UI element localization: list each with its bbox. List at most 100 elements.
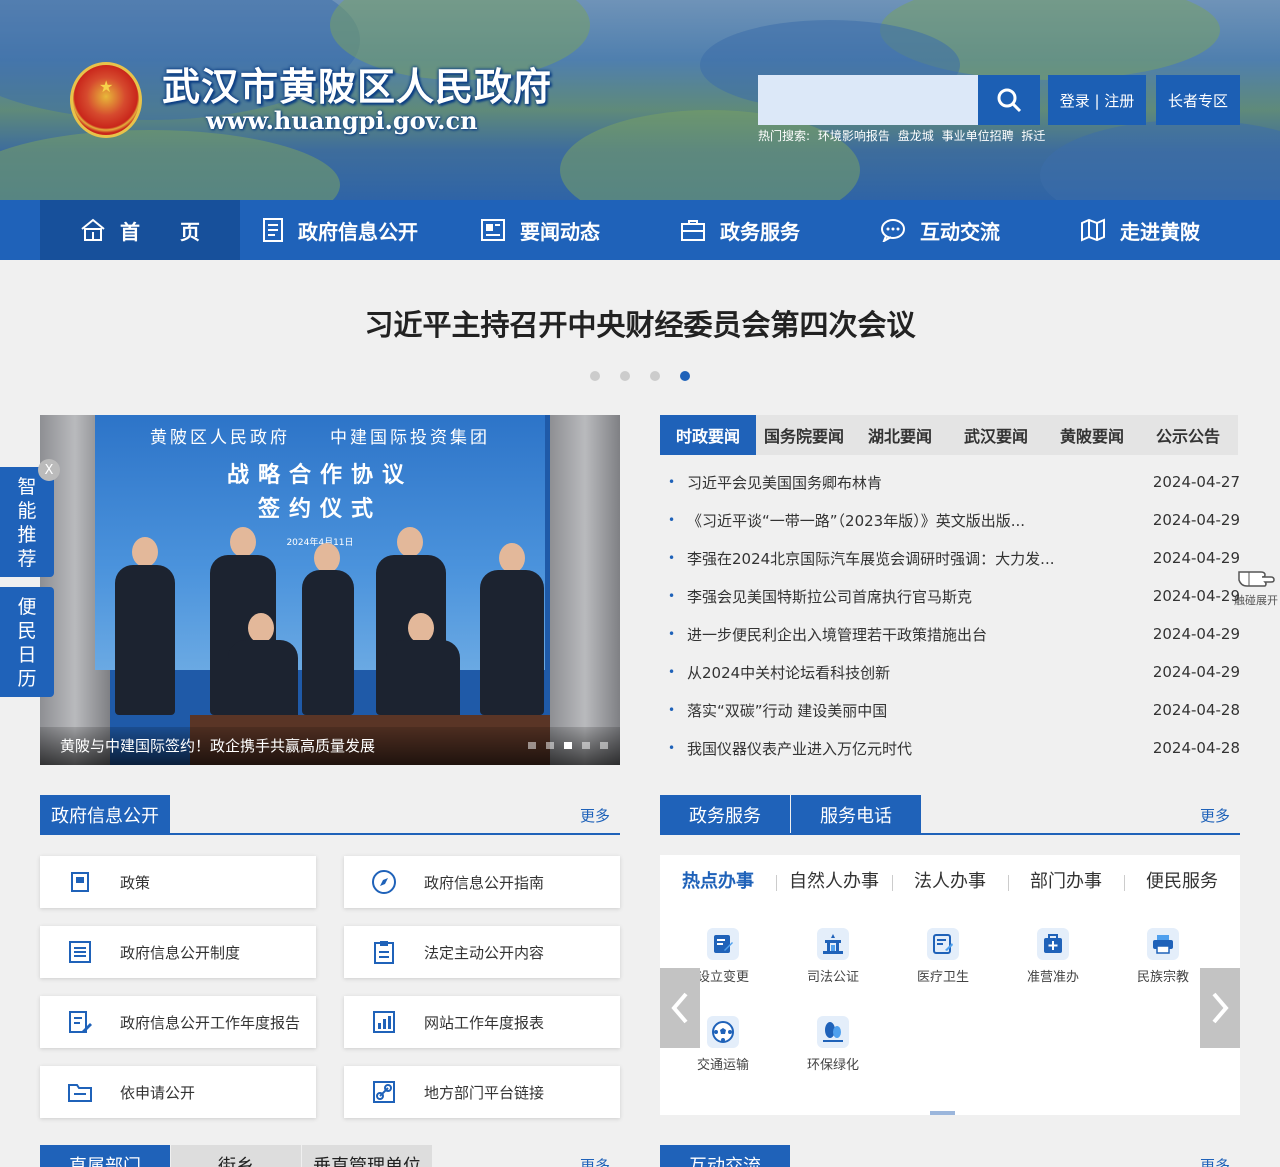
sub-tab-personal[interactable]: 自然人办事 bbox=[776, 867, 892, 897]
news-tab-wuhan[interactable]: 武汉要闻 bbox=[948, 415, 1044, 455]
service-item[interactable]: 准营准办 bbox=[1008, 928, 1098, 985]
nav-item-home[interactable]: 首 页 bbox=[40, 200, 240, 260]
departments-more-link[interactable]: 更多 bbox=[580, 1155, 610, 1167]
gov-card-on-request[interactable]: 依申请公开 bbox=[40, 1066, 316, 1118]
gov-card-guide[interactable]: 政府信息公开指南 bbox=[344, 856, 620, 908]
carousel-dot-active[interactable] bbox=[680, 371, 690, 381]
news-tab-huangpi[interactable]: 黄陂要闻 bbox=[1044, 415, 1140, 455]
news-icon bbox=[481, 219, 505, 241]
tab-vertical-units[interactable]: 垂直管理单位 bbox=[302, 1145, 432, 1167]
nav-item-services[interactable]: 政务服务 bbox=[640, 200, 840, 260]
tab-direct-departments[interactable]: 直属部门 bbox=[40, 1145, 170, 1167]
service-item[interactable]: 司法公证 bbox=[788, 928, 878, 985]
services-more-link[interactable]: 更多 bbox=[1200, 805, 1230, 826]
interaction-more-link[interactable]: 更多 bbox=[1200, 1155, 1230, 1167]
gov-card-statutory[interactable]: 法定主动公开内容 bbox=[344, 926, 620, 978]
interaction-header: 互动交流 更多 bbox=[660, 1145, 1240, 1167]
news-tab-state-council[interactable]: 国务院要闻 bbox=[756, 415, 852, 455]
news-item[interactable]: • 从2024中关村论坛看科技创新 2024-04-29 bbox=[660, 653, 1240, 691]
news-title[interactable]: 我国仪器仪表产业进入万亿元时代 bbox=[687, 738, 1148, 759]
news-date: 2024-04-29 bbox=[1152, 549, 1240, 567]
news-title[interactable]: 进一步便民利企出入境管理若干政策措施出台 bbox=[687, 624, 1148, 645]
gov-card-policy[interactable]: 政策 bbox=[40, 856, 316, 908]
news-tab-hubei[interactable]: 湖北要闻 bbox=[852, 415, 948, 455]
national-emblem-icon[interactable]: ★ bbox=[70, 62, 142, 138]
services-header: 政务服务 服务电话 更多 bbox=[660, 795, 1240, 835]
news-slideshow[interactable]: 黄陂区人民政府 中建国际投资集团 战略合作协议 签约仪式 2024年4月11日 … bbox=[40, 415, 620, 765]
elder-zone-button[interactable]: 长者专区 bbox=[1156, 75, 1240, 125]
news-title[interactable]: 从2024中关村论坛看科技创新 bbox=[687, 662, 1148, 683]
search-button[interactable] bbox=[978, 75, 1040, 125]
sub-tab-hot[interactable]: 热点办事 bbox=[660, 867, 776, 897]
hot-search-item[interactable]: 事业单位招聘 bbox=[942, 129, 1014, 143]
nav-item-interaction[interactable]: 互动交流 bbox=[840, 200, 1040, 260]
news-item[interactable]: • 习近平会见美国国务卿布林肯 2024-04-27 bbox=[660, 463, 1240, 501]
news-item[interactable]: • 我国仪器仪表产业进入万亿元时代 2024-04-28 bbox=[660, 729, 1240, 767]
site-title[interactable]: 武汉市黄陂区人民政府 bbox=[162, 56, 552, 111]
sub-tab-legal-entity[interactable]: 法人办事 bbox=[892, 867, 1008, 897]
tab-streets[interactable]: 街乡 bbox=[171, 1145, 301, 1167]
carousel-dot[interactable] bbox=[650, 371, 660, 381]
news-title[interactable]: 习近平会见美国国务卿布林肯 bbox=[687, 472, 1148, 493]
hot-search-item[interactable]: 拆迁 bbox=[1021, 129, 1045, 143]
login-register-button[interactable]: 登录 | 注册 bbox=[1048, 75, 1146, 125]
sub-tab-department[interactable]: 部门办事 bbox=[1008, 867, 1124, 897]
news-tabs: 时政要闻 国务院要闻 湖北要闻 武汉要闻 黄陂要闻 公示公告 bbox=[660, 415, 1238, 455]
carousel-dot[interactable] bbox=[620, 371, 630, 381]
news-item[interactable]: • 进一步便民利企出入境管理若干政策措施出台 2024-04-29 bbox=[660, 615, 1240, 653]
bullet-icon: • bbox=[668, 665, 676, 679]
news-title[interactable]: 《习近平谈“一带一路”（2023年版）》英文版出版... bbox=[687, 510, 1148, 531]
gov-info-more-link[interactable]: 更多 bbox=[580, 805, 610, 826]
slide-dot-active[interactable] bbox=[564, 742, 572, 749]
calendar-tab[interactable]: 便民日历 bbox=[0, 587, 54, 697]
sub-tab-convenience[interactable]: 便民服务 bbox=[1124, 867, 1240, 897]
services-next-button[interactable] bbox=[1200, 968, 1240, 1048]
bullet-icon: • bbox=[668, 703, 676, 717]
gov-card-website-report[interactable]: 网站工作年度报表 bbox=[344, 996, 620, 1048]
news-date: 2024-04-29 bbox=[1152, 587, 1240, 605]
news-item[interactable]: • 《习近平谈“一带一路”（2023年版）》英文版出版... 2024-04-29 bbox=[660, 501, 1240, 539]
gov-info-header: 政府信息公开 更多 bbox=[40, 795, 620, 835]
service-item[interactable]: 医疗卫生 bbox=[898, 928, 988, 985]
smart-recommend-tab[interactable]: 智能推荐 bbox=[0, 467, 54, 577]
folder-icon bbox=[40, 1080, 120, 1104]
hot-search-item[interactable]: 盘龙城 bbox=[898, 129, 934, 143]
gov-card-annual-report[interactable]: 政府信息公开工作年度报告 bbox=[40, 996, 316, 1048]
services-tab-phone[interactable]: 服务电话 bbox=[791, 795, 921, 835]
person-head bbox=[132, 537, 158, 567]
slide-dot[interactable] bbox=[582, 742, 590, 749]
slide-dot[interactable] bbox=[600, 742, 608, 749]
person-figure bbox=[228, 640, 298, 720]
close-icon[interactable]: X bbox=[38, 459, 60, 481]
news-item[interactable]: • 落实“双碳”行动 建设美丽中国 2024-04-28 bbox=[660, 691, 1240, 729]
carousel-dot[interactable] bbox=[590, 371, 600, 381]
search-input[interactable] bbox=[758, 75, 978, 125]
services-page-indicator[interactable] bbox=[930, 1111, 955, 1115]
slide-dot[interactable] bbox=[546, 742, 554, 749]
services-prev-button[interactable] bbox=[660, 968, 700, 1048]
nav-item-news[interactable]: 要闻动态 bbox=[440, 200, 640, 260]
services-tab-gov[interactable]: 政务服务 bbox=[660, 795, 790, 835]
news-tab-notices[interactable]: 公示公告 bbox=[1140, 415, 1236, 455]
gov-info-title[interactable]: 政府信息公开 bbox=[40, 795, 170, 835]
hot-search-item[interactable]: 环境影响报告 bbox=[818, 129, 890, 143]
news-tab-politics[interactable]: 时政要闻 bbox=[660, 415, 756, 455]
news-item[interactable]: • 李强在2024北京国际汽车展览会调研时强调：大力发... 2024-04-29 bbox=[660, 539, 1240, 577]
person-head bbox=[248, 613, 274, 643]
person-head bbox=[314, 543, 340, 573]
service-label: 医疗卫生 bbox=[916, 970, 969, 985]
header-bg-island bbox=[0, 130, 340, 200]
news-title[interactable]: 落实“双碳”行动 建设美丽中国 bbox=[687, 700, 1148, 721]
news-title[interactable]: 李强在2024北京国际汽车展览会调研时强调：大力发... bbox=[687, 548, 1148, 569]
news-title[interactable]: 李强会见美国特斯拉公司首席执行官马斯克 bbox=[687, 586, 1148, 607]
interaction-title[interactable]: 互动交流 bbox=[660, 1145, 790, 1167]
headline[interactable]: 习近平主持召开中央财经委员会第四次会议 bbox=[0, 302, 1280, 344]
gov-card-platform-links[interactable]: 地方部门平台链接 bbox=[344, 1066, 620, 1118]
news-item[interactable]: • 李强会见美国特斯拉公司首席执行官马斯克 2024-04-29 bbox=[660, 577, 1240, 615]
service-item[interactable]: 民族宗教 bbox=[1118, 928, 1208, 985]
gov-card-system[interactable]: 政府信息公开制度 bbox=[40, 926, 316, 978]
slide-dot[interactable] bbox=[528, 742, 536, 749]
nav-item-gov-info[interactable]: 政府信息公开 bbox=[240, 200, 440, 260]
nav-item-huangpi[interactable]: 走进黄陂 bbox=[1040, 200, 1240, 260]
service-item[interactable]: 环保绿化 bbox=[788, 1016, 878, 1073]
